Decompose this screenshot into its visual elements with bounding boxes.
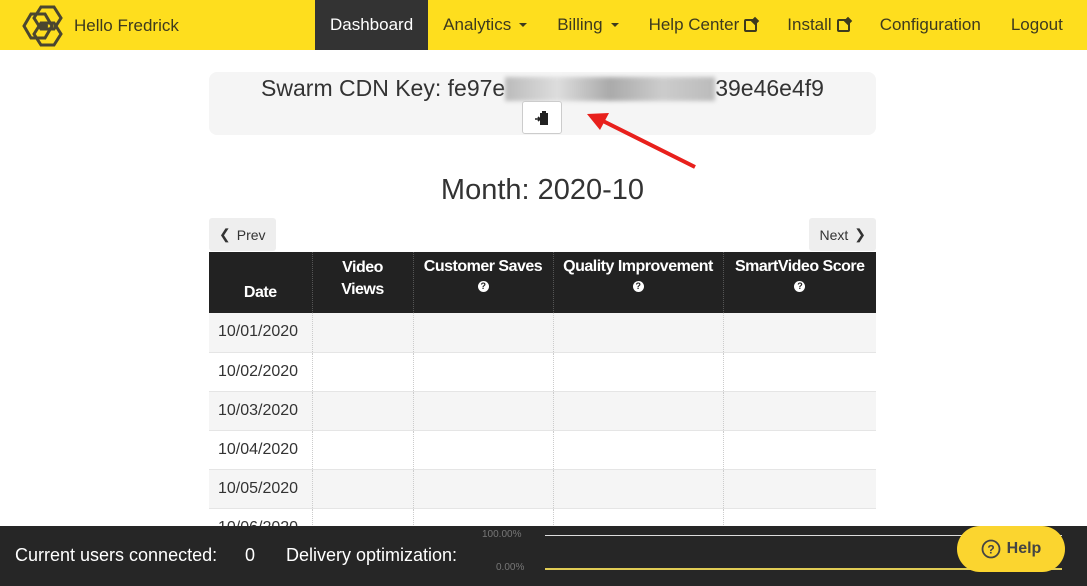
stats-table: Date Video Views Customer Saves? Quality… [209,252,876,548]
header-customer-saves: Customer Saves? [412,252,553,313]
cdn-key: Swarm CDN Key: fe97e 39e46e4f9 [261,75,824,102]
nav-label: Install [787,15,832,34]
value-cell [311,391,413,431]
copy-key-button[interactable] [522,101,562,134]
nav-label: Help Center [648,15,740,34]
status-footer: Current users connected: 0 Delivery opti… [0,526,1087,586]
top-navbar: Hello Fredrick Dashboard Analytics Billi… [0,0,1087,50]
help-question-icon[interactable]: ? [477,280,489,292]
chart-min-label: 0.00% [496,562,525,573]
month-title: Month: 2020-10 [440,174,645,206]
nav-label: Billing [557,15,603,34]
cdn-key-suffix: 39e46e4f9 [715,75,824,101]
header-label: Video Views [341,258,384,298]
header-label: SmartVideo Score [734,257,865,275]
help-button[interactable]: ? Help [957,526,1065,572]
table-row: 10/02/2020 [209,352,876,392]
svg-text:?: ? [987,543,994,557]
value-cell [412,430,553,470]
delivery-optimization-label: Delivery optimization: [286,545,458,565]
next-label: Next [819,226,849,243]
nav-configuration[interactable]: Configuration [865,0,996,50]
caret-down-icon [519,23,528,27]
help-label: Help [1006,540,1042,557]
nav-logout[interactable]: Logout [996,0,1078,50]
table-row: 10/01/2020 [209,313,876,353]
value-cell [722,391,876,431]
header-date: Date [209,252,312,313]
cdn-key-card: Swarm CDN Key: fe97e 39e46e4f9 [209,72,876,135]
date-cell: 10/02/2020 [209,352,312,392]
brand-greeting: Hello Fredrick [74,16,179,35]
users-connected-value: 0 [245,545,256,565]
header-video-views: Video Views [311,252,413,313]
chart-max-label: 100.00% [482,529,522,540]
question-circle-icon: ? [981,539,1001,559]
nav-help-center[interactable]: Help Center [634,0,773,50]
value-cell [311,430,413,470]
nav-dashboard[interactable]: Dashboard [315,0,429,50]
value-cell [412,391,553,431]
date-cell: 10/03/2020 [209,391,312,431]
nav-billing[interactable]: Billing [542,0,633,50]
value-cell [311,313,413,353]
table-row: 10/05/2020 [209,469,876,509]
value-cell [552,430,723,470]
value-cell [311,352,413,392]
help-question-icon[interactable]: ? [632,280,644,292]
brand[interactable]: Hello Fredrick [14,4,179,48]
help-question-icon[interactable]: ? [794,280,806,292]
nav-label: Analytics [443,15,512,34]
prev-button[interactable]: ❮ Prev [209,218,276,251]
value-cell [722,313,876,353]
header-smartvideo-score: SmartVideo Score? [722,252,876,313]
nav-analytics[interactable]: Analytics [428,0,542,50]
header-quality-improvement: Quality Improvement? [552,252,723,313]
value-cell [552,352,723,392]
clipboard-icon [535,110,548,125]
nav-label: Configuration [879,15,981,34]
users-connected-label: Current users connected: [15,545,218,565]
table-row: 10/03/2020 [209,391,876,431]
nav-label: Logout [1010,15,1063,34]
date-cell: 10/05/2020 [209,469,312,509]
cdn-key-label: Swarm CDN Key: [261,75,442,101]
value-cell [552,469,723,509]
prev-label: Prev [236,226,266,243]
value-cell [412,313,553,353]
chevron-right-icon: ❯ [854,226,866,242]
value-cell [552,391,723,431]
red-arrow-annotation [587,113,696,169]
external-link-icon [744,18,758,32]
table-row: 10/04/2020 [209,430,876,470]
date-cell: 10/04/2020 [209,430,312,470]
hexagon-logo-icon [22,5,63,47]
value-cell [311,469,413,509]
cdn-key-redacted [505,76,716,101]
header-label: Customer Saves [423,257,543,275]
external-link-icon [836,18,850,32]
value-cell [412,352,553,392]
cdn-key-prefix: fe97e [447,75,506,101]
value-cell [412,469,553,509]
next-button[interactable]: Next ❯ [809,218,876,251]
chevron-left-icon: ❮ [219,226,231,242]
caret-down-icon [610,23,619,27]
nav-menu: Dashboard Analytics Billing Help Center … [315,0,1078,50]
nav-install[interactable]: Install [772,0,864,50]
nav-label: Dashboard [330,15,414,34]
header-label: Quality Improvement [563,257,713,275]
value-cell [722,469,876,509]
value-cell [552,313,723,353]
date-cell: 10/01/2020 [209,313,312,353]
value-cell [722,430,876,470]
value-cell [722,352,876,392]
